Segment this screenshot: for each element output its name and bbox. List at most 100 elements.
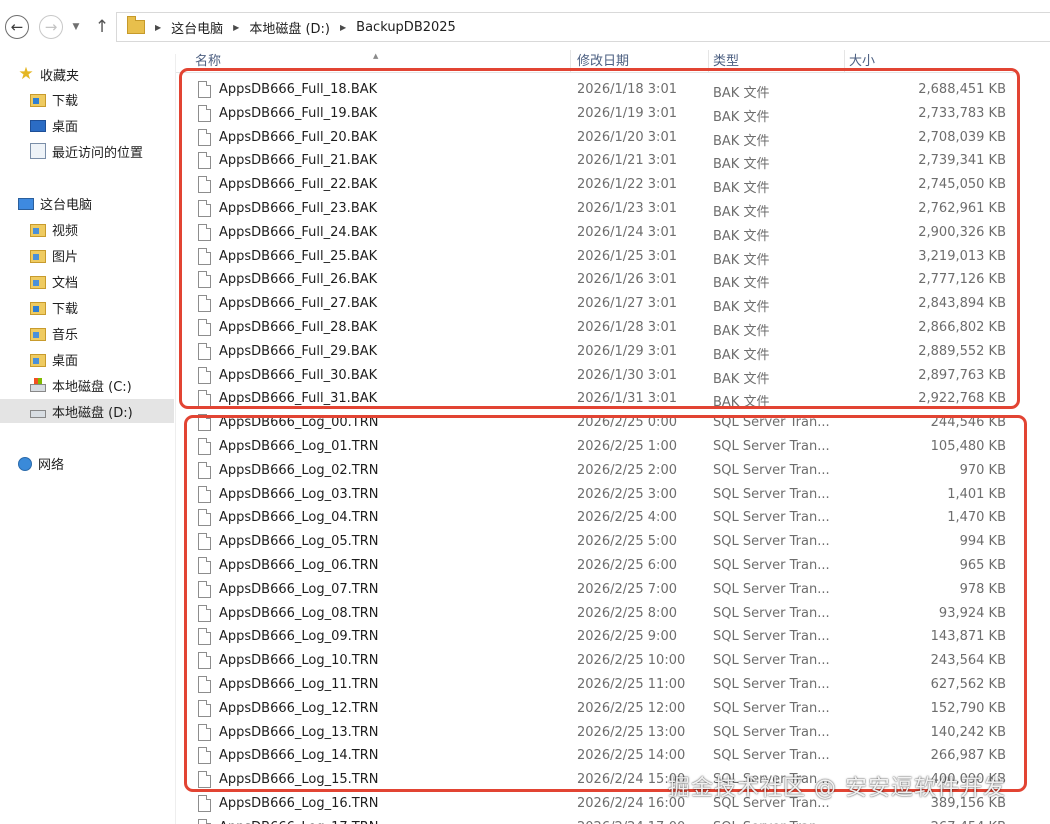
file-row[interactable]: AppsDB666_Log_11.TRN 2026/2/25 11:00 SQL S… [196, 673, 1014, 697]
file-type: SQL Server Tran... [713, 629, 830, 645]
nav-item-pictures[interactable]: 图片 [30, 243, 78, 267]
nav-item-downloads-pc[interactable]: 下载 [30, 295, 78, 319]
file-row[interactable]: AppsDB666_Log_08.TRN 2026/2/25 8:00 SQL Se… [196, 602, 1014, 626]
file-name: AppsDB666_Full_19.BAK [219, 105, 378, 121]
nav-item-recent[interactable]: 最近访问的位置 [30, 139, 143, 163]
back-button[interactable]: ← [5, 15, 29, 39]
file-icon [198, 580, 211, 598]
nav-item-desktop[interactable]: 桌面 [30, 113, 78, 137]
nav-item-drive-c[interactable]: 本地磁盘 (C:) [30, 373, 132, 397]
file-row[interactable]: AppsDB666_Full_22.BAK 2026/1/22 3:01 BAK 文… [196, 173, 1014, 197]
file-row[interactable]: AppsDB666_Full_30.BAK 2026/1/30 3:01 BAK 文… [196, 364, 1014, 388]
downloads-folder-icon [30, 301, 46, 315]
forward-button[interactable]: → [39, 15, 63, 39]
breadcrumb-this-pc[interactable]: 这台电脑 [171, 18, 223, 37]
file-name: AppsDB666_Full_20.BAK [219, 129, 378, 145]
nav-label: 桌面 [52, 353, 79, 369]
address-bar[interactable]: ▶ 这台电脑 ▶ 本地磁盘 (D:) ▶ BackupDB2025 [116, 12, 1050, 42]
file-icon [198, 319, 211, 336]
file-row[interactable]: AppsDB666_Log_03.TRN 2026/2/25 3:00 SQL Se… [196, 483, 1014, 507]
file-name: AppsDB666_Log_12.TRN [219, 700, 379, 716]
file-row[interactable]: AppsDB666_Full_25.BAK 2026/1/25 3:01 BAK 文… [196, 245, 1014, 269]
column-header-size[interactable]: 大小 [845, 50, 1014, 72]
file-row[interactable]: AppsDB666_Log_00.TRN 2026/2/25 0:00 SQL Se… [196, 411, 1014, 435]
nav-item-desktop-pc[interactable]: 桌面 [30, 347, 78, 371]
nav-item-videos[interactable]: 视频 [30, 217, 78, 241]
file-icon [198, 81, 211, 98]
nav-network[interactable]: 网络 [18, 451, 64, 475]
file-row[interactable]: AppsDB666_Full_29.BAK 2026/1/29 3:01 BAK 文… [196, 340, 1014, 364]
file-size: 2,866,802 KB [918, 320, 1006, 335]
file-icon [198, 604, 211, 622]
file-icon [198, 104, 211, 122]
file-icon [198, 771, 211, 789]
breadcrumb-drive-d[interactable]: 本地磁盘 (D:) [249, 18, 330, 37]
file-row[interactable]: AppsDB666_Log_01.TRN 2026/2/25 1:00 SQL Se… [196, 435, 1014, 459]
nav-item-music[interactable]: 音乐 [30, 321, 78, 345]
file-size: 244,546 KB [930, 415, 1006, 431]
breadcrumb-backupdb2025[interactable]: BackupDB2025 [356, 20, 456, 35]
recent-locations-dropdown[interactable]: ▼ [68, 18, 84, 36]
file-type: BAK 文件 [713, 133, 770, 149]
file-icon [198, 699, 211, 717]
file-row[interactable]: AppsDB666_Full_27.BAK 2026/1/27 3:01 BAK 文… [196, 292, 1014, 316]
column-header-date[interactable]: 修改日期 [573, 50, 709, 72]
file-size: 2,897,763 KB [918, 367, 1006, 383]
up-button[interactable]: ↑ [92, 15, 112, 39]
file-name: AppsDB666_Full_31.BAK [219, 391, 378, 407]
file-icon [198, 271, 211, 289]
file-icon [198, 342, 211, 360]
file-size: 2,843,894 KB [918, 296, 1006, 312]
nav-favorites[interactable]: ★ 收藏夹 [18, 62, 79, 86]
file-row[interactable]: AppsDB666_Full_18.BAK 2026/1/18 3:01 BAK 文… [196, 78, 1014, 102]
file-name: AppsDB666_Log_17.TRN [219, 820, 379, 824]
file-row[interactable]: AppsDB666_Log_06.TRN 2026/2/25 6:00 SQL Se… [196, 554, 1014, 578]
file-row[interactable]: AppsDB666_Log_14.TRN 2026/2/25 14:00 SQL S… [196, 744, 1014, 768]
nav-item-downloads[interactable]: 下载 [30, 87, 78, 111]
nav-this-pc[interactable]: 这台电脑 [18, 191, 92, 215]
file-type: BAK 文件 [713, 252, 770, 268]
file-row[interactable]: AppsDB666_Log_02.TRN 2026/2/25 2:00 SQL Se… [196, 459, 1014, 483]
file-row[interactable]: AppsDB666_Full_26.BAK 2026/1/26 3:01 BAK 文… [196, 268, 1014, 292]
file-row[interactable]: AppsDB666_Full_31.BAK 2026/1/31 3:01 BAK 文… [196, 387, 1014, 411]
nav-item-documents[interactable]: 文档 [30, 269, 78, 293]
file-icon [198, 128, 211, 146]
file-size: 3,219,013 KB [918, 248, 1006, 264]
file-icon [198, 533, 211, 551]
file-name: AppsDB666_Log_02.TRN [219, 462, 379, 478]
file-row[interactable]: AppsDB666_Log_17.TRN 2026/2/24 17:00 SQL S… [196, 816, 1014, 824]
file-size: 1,470 KB [947, 510, 1006, 526]
file-row[interactable]: AppsDB666_Full_20.BAK 2026/1/20 3:01 BAK 文… [196, 126, 1014, 150]
file-row[interactable]: AppsDB666_Full_24.BAK 2026/1/24 3:01 BAK 文… [196, 221, 1014, 245]
file-row[interactable]: AppsDB666_Log_04.TRN 2026/2/25 4:00 SQL Se… [196, 506, 1014, 530]
file-modified-date: 2026/1/22 3:01 [577, 177, 677, 193]
nav-label: 桌面 [52, 119, 79, 135]
nav-item-drive-d[interactable]: 本地磁盘 (D:) [0, 399, 174, 423]
file-name: AppsDB666_Full_30.BAK [219, 367, 378, 383]
file-row[interactable]: AppsDB666_Log_07.TRN 2026/2/25 7:00 SQL Se… [196, 578, 1014, 602]
file-row[interactable]: AppsDB666_Log_10.TRN 2026/2/25 10:00 SQL S… [196, 649, 1014, 673]
file-row[interactable]: AppsDB666_Full_19.BAK 2026/1/19 3:01 BAK 文… [196, 102, 1014, 126]
column-header-type[interactable]: 类型 [709, 50, 845, 72]
file-row[interactable]: AppsDB666_Log_09.TRN 2026/2/25 9:00 SQL Se… [196, 625, 1014, 649]
file-icon [198, 818, 211, 824]
file-row[interactable]: AppsDB666_Full_21.BAK 2026/1/21 3:01 BAK 文… [196, 149, 1014, 173]
file-type: SQL Server Tran... [713, 677, 830, 692]
file-modified-date: 2026/1/19 3:01 [577, 105, 677, 121]
column-header-name[interactable]: 名称 [191, 50, 571, 72]
file-row[interactable]: AppsDB666_Log_12.TRN 2026/2/25 12:00 SQL S… [196, 697, 1014, 721]
file-row[interactable]: AppsDB666_Log_05.TRN 2026/2/25 5:00 SQL Se… [196, 530, 1014, 554]
nav-label: 音乐 [52, 327, 79, 343]
file-name: AppsDB666_Log_11.TRN [219, 677, 379, 692]
file-modified-date: 2026/1/21 3:01 [577, 153, 677, 169]
file-size: 2,900,326 KB [918, 224, 1006, 240]
file-modified-date: 2026/2/25 1:00 [577, 439, 677, 454]
file-type: SQL Server Tran... [713, 486, 830, 502]
file-modified-date: 2026/1/20 3:01 [577, 129, 677, 145]
file-row[interactable]: AppsDB666_Full_28.BAK 2026/1/28 3:01 BAK 文… [196, 316, 1014, 340]
file-icon [198, 652, 211, 670]
file-modified-date: 2026/2/25 7:00 [577, 581, 677, 597]
file-row[interactable]: AppsDB666_Log_13.TRN 2026/2/25 13:00 SQL S… [196, 721, 1014, 745]
file-type: SQL Server Tran... [713, 724, 830, 740]
file-row[interactable]: AppsDB666_Full_23.BAK 2026/1/23 3:01 BAK 文… [196, 197, 1014, 221]
